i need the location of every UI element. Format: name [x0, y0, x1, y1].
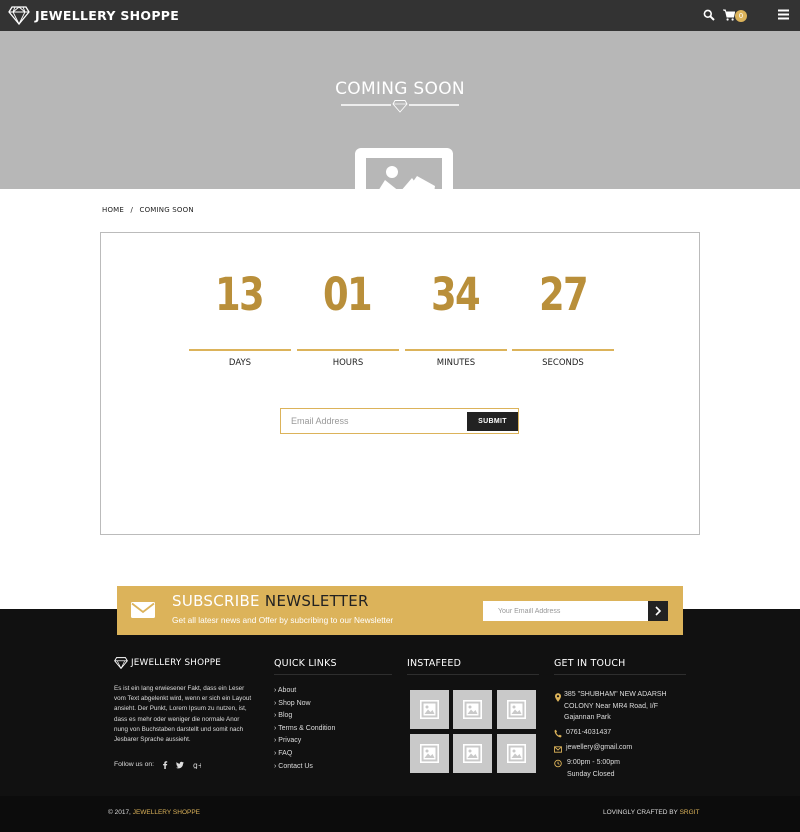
newsletter-title-dark: NEWSLETTER	[264, 592, 369, 610]
diamond-icon	[8, 5, 30, 25]
footer-about-text: Es ist ein lang erwiesener Fakt, dass ei…	[114, 685, 252, 744]
quick-link-faq[interactable]: › FAQ	[274, 748, 335, 761]
crafted-brand-link[interactable]: SRGIT	[680, 809, 700, 816]
quick-link-privacy[interactable]: › Privacy	[274, 735, 335, 748]
quick-link-label: About	[277, 687, 297, 694]
newsletter-subtitle: Get all latesr news and Offer by subcrib…	[172, 615, 394, 625]
envelope-icon	[554, 746, 562, 753]
contact-hours: 9:00pm - 5:00pm	[567, 759, 620, 766]
countdown-hours-value: 01	[322, 268, 373, 321]
menu-icon[interactable]	[778, 9, 789, 20]
image-placeholder-icon	[355, 148, 453, 189]
quick-link-label: Terms & Condition	[278, 724, 336, 732]
countdown-hours-underline	[297, 349, 399, 351]
copyright-brand-link[interactable]: JEWELLERY SHOPPE	[133, 809, 200, 816]
image-placeholder-icon	[507, 700, 526, 719]
contact-address: 385 "SHUBHAM" NEW ADARSH COLONY Near MR4…	[564, 691, 667, 721]
brand-logo[interactable]: JEWELLERY SHOPPE	[8, 5, 179, 25]
instafeed-tile[interactable]	[497, 690, 536, 729]
instafeed-tile[interactable]	[453, 734, 492, 773]
countdown-seconds-value: 27	[538, 268, 589, 321]
facebook-icon[interactable]	[161, 761, 169, 769]
quick-link-label: Blog	[278, 712, 293, 720]
image-placeholder-icon	[420, 744, 439, 763]
quick-link-label: Contact Us	[278, 762, 313, 770]
footer-brand-logo[interactable]: JEWELLERY SHOPPE	[114, 657, 221, 669]
phone-icon	[554, 729, 562, 738]
countdown-seconds-underline	[512, 349, 614, 351]
countdown-hours-label: HOURS	[332, 358, 364, 368]
copyright-prefix: © 2017,	[108, 809, 131, 816]
contact-closed-day: Sunday Closed	[567, 771, 615, 778]
newsletter-submit-button[interactable]	[648, 601, 668, 621]
map-pin-icon	[555, 693, 561, 702]
clock-icon	[554, 759, 562, 768]
image-placeholder-icon	[507, 744, 526, 763]
countdown-days-value: 13	[214, 268, 265, 321]
breadcrumb-home-link[interactable]: HOME	[102, 206, 124, 214]
quick-link-contact[interactable]: › Contact Us	[274, 761, 335, 774]
instafeed-tile[interactable]	[410, 734, 449, 773]
quick-link-label: FAQ	[278, 749, 293, 757]
search-icon[interactable]	[703, 9, 715, 21]
cart-count-badge: 0	[735, 10, 747, 22]
brand-name: JEWELLERY SHOPPE	[35, 7, 180, 23]
diamond-divider-icon	[341, 100, 459, 113]
page-title: COMING SOON	[335, 79, 465, 99]
instafeed-heading-rule	[407, 674, 539, 675]
newsletter-title: SUBSCRIBE NEWSLETTER	[172, 592, 369, 610]
instafeed-tile[interactable]	[410, 690, 449, 729]
image-placeholder-icon	[463, 700, 482, 719]
cart-icon[interactable]	[723, 9, 735, 21]
contact-phone[interactable]: 0761-4031437	[566, 727, 611, 739]
quick-link-about[interactable]: › About	[274, 685, 335, 698]
follow-us-label: Follow us on:	[114, 761, 155, 768]
countdown-days-underline	[189, 349, 291, 351]
contact-email[interactable]: jewellery@gmail.com	[566, 742, 632, 754]
breadcrumb-current: COMING SOON	[139, 206, 194, 214]
envelope-icon	[131, 602, 155, 618]
image-placeholder-icon	[463, 744, 482, 763]
quick-link-shop-now[interactable]: › Shop Now	[274, 698, 335, 711]
footer-brand-name: JEWELLERY SHOPPE	[131, 658, 221, 668]
chevron-right-icon	[655, 605, 662, 616]
instafeed-heading: INSTAFEED	[407, 658, 462, 669]
countdown-minutes-underline	[405, 349, 507, 351]
svg-text:g+: g+	[193, 761, 201, 769]
newsletter-email-field[interactable]	[483, 601, 648, 621]
coming-soon-panel	[100, 232, 700, 535]
crafted-prefix: LOVINGLY CRAFTED BY	[603, 809, 678, 816]
twitter-icon[interactable]	[176, 761, 184, 769]
quick-link-label: Privacy	[278, 737, 302, 745]
breadcrumb-separator: /	[130, 206, 134, 214]
submit-button[interactable]: SUBMIT	[467, 412, 518, 431]
image-placeholder-icon	[420, 700, 439, 719]
top-header: JEWELLERY SHOPPE 0	[0, 0, 800, 31]
google-plus-icon[interactable]: g+	[193, 761, 201, 769]
quick-links-heading: QUICK LINKS	[274, 658, 337, 669]
countdown-minutes-value: 34	[430, 268, 481, 321]
get-in-touch-heading: GET IN TOUCH	[554, 658, 626, 669]
quick-links-list: › About › Shop Now › Blog › Terms & Cond…	[274, 685, 335, 773]
countdown-seconds-label: SECONDS	[542, 358, 584, 368]
quick-link-label: Shop Now	[278, 699, 311, 707]
quick-link-blog[interactable]: › Blog	[274, 710, 335, 723]
newsletter-title-light: SUBSCRIBE	[172, 592, 260, 610]
newsletter-banner: SUBSCRIBE NEWSLETTER Get all latesr news…	[117, 586, 683, 635]
instafeed-tile[interactable]	[453, 690, 492, 729]
breadcrumb: HOME / COMING SOON	[102, 206, 198, 214]
crafted-by-text: LOVINGLY CRAFTED BY SRGIT	[603, 809, 699, 816]
email-field[interactable]	[291, 409, 461, 433]
get-in-touch-heading-rule	[554, 674, 686, 675]
copyright-text: © 2017, JEWELLERY SHOPPE	[108, 809, 200, 816]
quick-links-heading-rule	[274, 674, 392, 675]
quick-link-terms[interactable]: › Terms & Condition	[274, 723, 335, 736]
instafeed-tile[interactable]	[497, 734, 536, 773]
diamond-icon	[114, 657, 128, 669]
countdown-minutes-label: MINUTES	[436, 358, 476, 368]
countdown-days-label: DAYS	[228, 358, 252, 368]
email-signup-form: SUBMIT	[280, 408, 519, 434]
hero-banner: COMING SOON	[0, 31, 800, 189]
